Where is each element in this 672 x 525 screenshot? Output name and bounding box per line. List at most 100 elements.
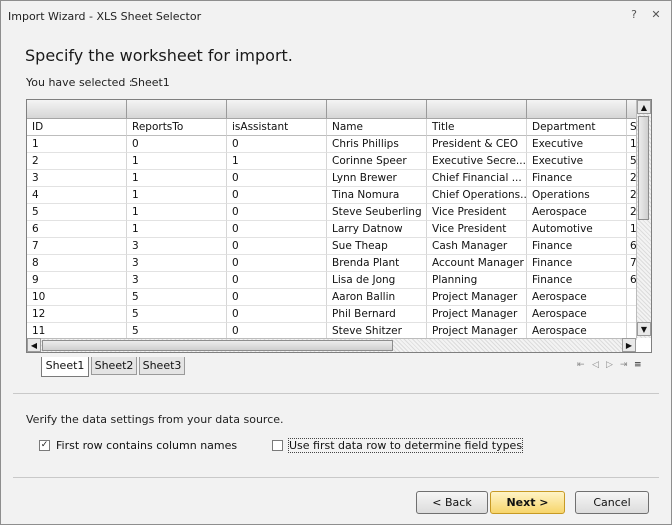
table-cell: Operations [527, 187, 627, 204]
help-icon[interactable]: ? [627, 8, 641, 22]
first-sheet-icon[interactable]: ⇤ [577, 360, 585, 370]
table-cell: 3 [127, 255, 227, 272]
column-name-cell: isAssistant [227, 119, 327, 136]
table-row[interactable]: 4 1 0 Tina Nomura Chief Operations... Operati… [27, 187, 637, 204]
vertical-scroll-thumb[interactable] [638, 116, 649, 220]
window-title: Import Wizard - XLS Sheet Selector [8, 10, 202, 23]
column-header-6[interactable] [527, 100, 627, 118]
divider [13, 477, 659, 478]
table-cell: Larry Datnow [327, 221, 427, 238]
table-row[interactable]: 10 5 0 Aaron Ballin Project Manager Aerospace [27, 289, 637, 306]
table-cell: Aerospace [527, 306, 627, 323]
table-cell: 1 [127, 187, 227, 204]
scroll-right-icon[interactable]: ▶ [622, 338, 636, 352]
table-cell: Automotive [527, 221, 627, 238]
table-cell: 0 [227, 255, 327, 272]
data-preview-grid[interactable]: ID ReportsTo isAssistant Name Title Depa… [26, 99, 652, 353]
sheet-tabs: Sheet1 Sheet2 Sheet3 [31, 357, 231, 377]
table-cell: 0 [227, 136, 327, 153]
horizontal-scrollbar[interactable]: ◀ ▶ [27, 338, 636, 352]
table-cell: Aaron Ballin [327, 289, 427, 306]
column-name-cell: ReportsTo [127, 119, 227, 136]
table-cell: Account Manager [427, 255, 527, 272]
back-button[interactable]: < Back [416, 491, 488, 514]
sheet-list-icon[interactable]: ≡ [634, 360, 642, 370]
column-name-cell: Title [427, 119, 527, 136]
first-row-names-checkbox[interactable]: ✓ [39, 440, 50, 451]
table-cell: Aerospace [527, 204, 627, 221]
table-cell: Chief Financial ... [427, 170, 527, 187]
table-cell: Executive Secre... [427, 153, 527, 170]
table-cell: 9 [27, 272, 127, 289]
column-header-1[interactable] [27, 100, 127, 118]
grid-column-header-strip [27, 100, 637, 119]
table-cell: Executive [527, 153, 627, 170]
tab-sheet1[interactable]: Sheet1 [41, 357, 89, 377]
table-cell: Chief Operations... [427, 187, 527, 204]
sheet-navigation: ⇤ ◁ ▷ ⇥ ≡ [577, 360, 647, 374]
table-row[interactable]: 6 1 0 Larry Datnow Vice President Automotive 1 [27, 221, 637, 238]
vertical-scrollbar[interactable]: ▲ ▼ [636, 100, 651, 338]
table-row[interactable]: 12 5 0 Phil Bernard Project Manager Aerospace [27, 306, 637, 323]
first-data-row-types-checkbox[interactable] [272, 440, 283, 451]
table-cell: 1 [227, 153, 327, 170]
table-cell: 0 [227, 187, 327, 204]
scroll-up-icon[interactable]: ▲ [637, 100, 651, 114]
scroll-left-icon[interactable]: ◀ [27, 338, 41, 352]
column-header-2[interactable] [127, 100, 227, 118]
table-cell: 0 [127, 136, 227, 153]
table-cell: Project Manager [427, 289, 527, 306]
table-cell: 1 [27, 136, 127, 153]
table-cell: Lisa de Jong [327, 272, 427, 289]
table-row[interactable]: 8 3 0 Brenda Plant Account Manager Finance 7 [27, 255, 637, 272]
table-cell: Project Manager [427, 306, 527, 323]
table-cell: Tina Nomura [327, 187, 427, 204]
table-cell: 1 [127, 153, 227, 170]
table-cell: Phil Bernard [327, 306, 427, 323]
table-row[interactable]: 9 3 0 Lisa de Jong Planning Finance 6 [27, 272, 637, 289]
tab-sheet2[interactable]: Sheet2 [91, 357, 137, 375]
table-cell: 1 [127, 204, 227, 221]
tab-sheet3[interactable]: Sheet3 [139, 357, 185, 375]
table-cell: Aerospace [527, 289, 627, 306]
page-title: Specify the worksheet for import. [25, 46, 293, 65]
horizontal-scroll-thumb[interactable] [42, 340, 393, 351]
table-cell: 0 [227, 238, 327, 255]
table-row[interactable]: 7 3 0 Sue Theap Cash Manager Finance 6 [27, 238, 637, 255]
table-cell: 0 [227, 289, 327, 306]
divider [13, 393, 659, 394]
table-cell: 2 [27, 153, 127, 170]
first-row-names-label[interactable]: First row contains column names [56, 439, 237, 452]
column-name-cell: Department [527, 119, 627, 136]
last-sheet-icon[interactable]: ⇥ [620, 360, 628, 370]
table-cell: Finance [527, 255, 627, 272]
selected-label: You have selected : [26, 76, 133, 89]
close-icon[interactable]: ✕ [649, 8, 663, 22]
table-cell: 0 [227, 272, 327, 289]
scroll-down-icon[interactable]: ▼ [637, 322, 651, 336]
previous-sheet-icon[interactable]: ◁ [592, 360, 599, 370]
table-row[interactable]: 3 1 0 Lynn Brewer Chief Financial ... Finance… [27, 170, 637, 187]
column-header-5[interactable] [427, 100, 527, 118]
cancel-button[interactable]: Cancel [575, 491, 649, 514]
table-row[interactable]: 1 0 0 Chris Phillips President & CEO Executiv… [27, 136, 637, 153]
table-cell: 3 [127, 238, 227, 255]
title-bar: Import Wizard - XLS Sheet Selector ? ✕ [1, 1, 671, 33]
table-cell: 7 [27, 238, 127, 255]
table-row[interactable]: 5 1 0 Steve Seuberling Vice President Aerospa… [27, 204, 637, 221]
table-cell: Finance [527, 272, 627, 289]
table-cell: 0 [227, 204, 327, 221]
table-cell: President & CEO [427, 136, 527, 153]
table-cell: 1 [127, 170, 227, 187]
column-header-3[interactable] [227, 100, 327, 118]
table-cell: 12 [27, 306, 127, 323]
table-cell: 8 [27, 255, 127, 272]
next-sheet-icon[interactable]: ▷ [606, 360, 613, 370]
column-name-cell: Name [327, 119, 427, 136]
table-cell: Lynn Brewer [327, 170, 427, 187]
table-cell: 4 [27, 187, 127, 204]
next-button[interactable]: Next > [490, 491, 565, 514]
first-data-row-types-label[interactable]: Use first data row to determine field ty… [287, 438, 524, 453]
column-header-4[interactable] [327, 100, 427, 118]
table-row[interactable]: 2 1 1 Corinne Speer Executive Secre... Execut… [27, 153, 637, 170]
